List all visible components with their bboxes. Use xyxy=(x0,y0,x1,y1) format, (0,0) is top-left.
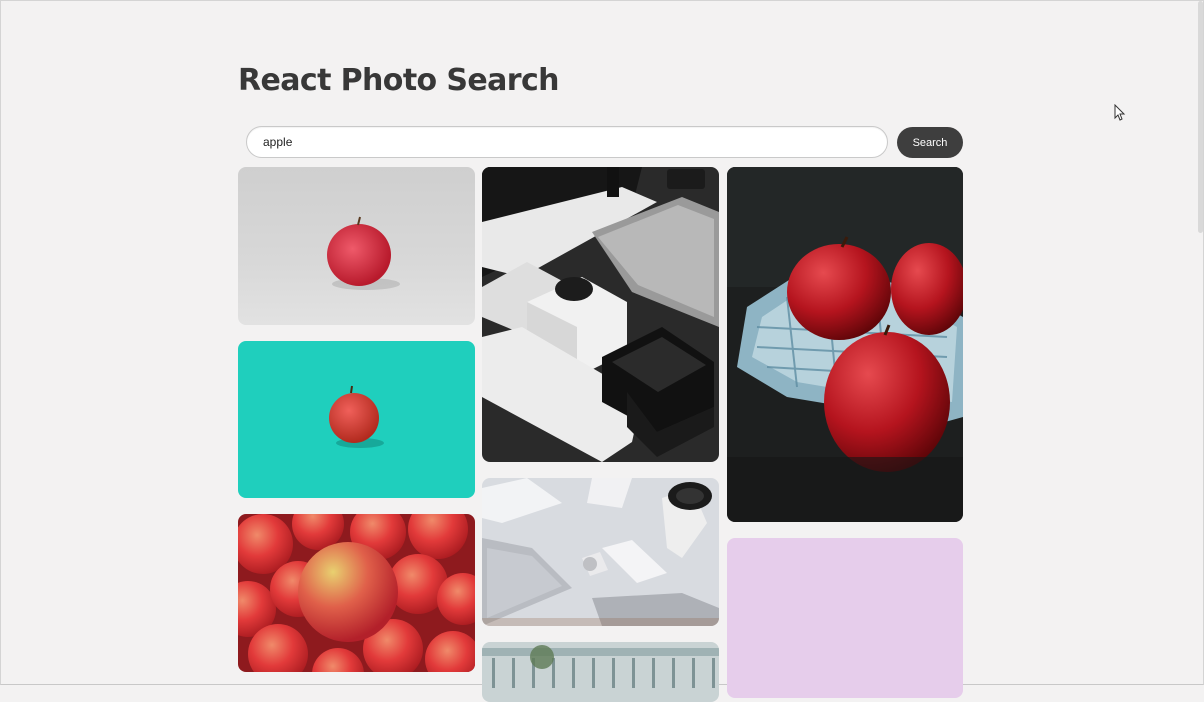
apple-devices-image xyxy=(482,167,719,462)
photo-apple-gray[interactable] xyxy=(238,167,475,325)
apple-on-gray-image xyxy=(238,167,475,325)
photo-building[interactable] xyxy=(482,642,719,702)
apple-desk-image xyxy=(482,478,719,626)
search-button[interactable]: Search xyxy=(897,127,963,158)
scrollbar[interactable] xyxy=(1198,1,1203,233)
building-image xyxy=(482,642,719,702)
apple-pile-image xyxy=(238,514,475,672)
photo-apple-desk-setup[interactable] xyxy=(482,478,719,626)
search-input[interactable] xyxy=(246,126,888,158)
apple-on-teal-image xyxy=(238,341,475,498)
page-title: React Photo Search xyxy=(238,63,560,98)
photo-red-apples-cloth[interactable] xyxy=(727,167,963,522)
mouse-cursor-icon xyxy=(1114,104,1126,121)
photo-apple-pile[interactable] xyxy=(238,514,475,672)
red-apples-image xyxy=(727,167,963,522)
photo-loading-placeholder[interactable] xyxy=(727,538,963,698)
photo-apple-devices-boxes[interactable] xyxy=(482,167,719,462)
photo-apple-teal[interactable] xyxy=(238,341,475,498)
